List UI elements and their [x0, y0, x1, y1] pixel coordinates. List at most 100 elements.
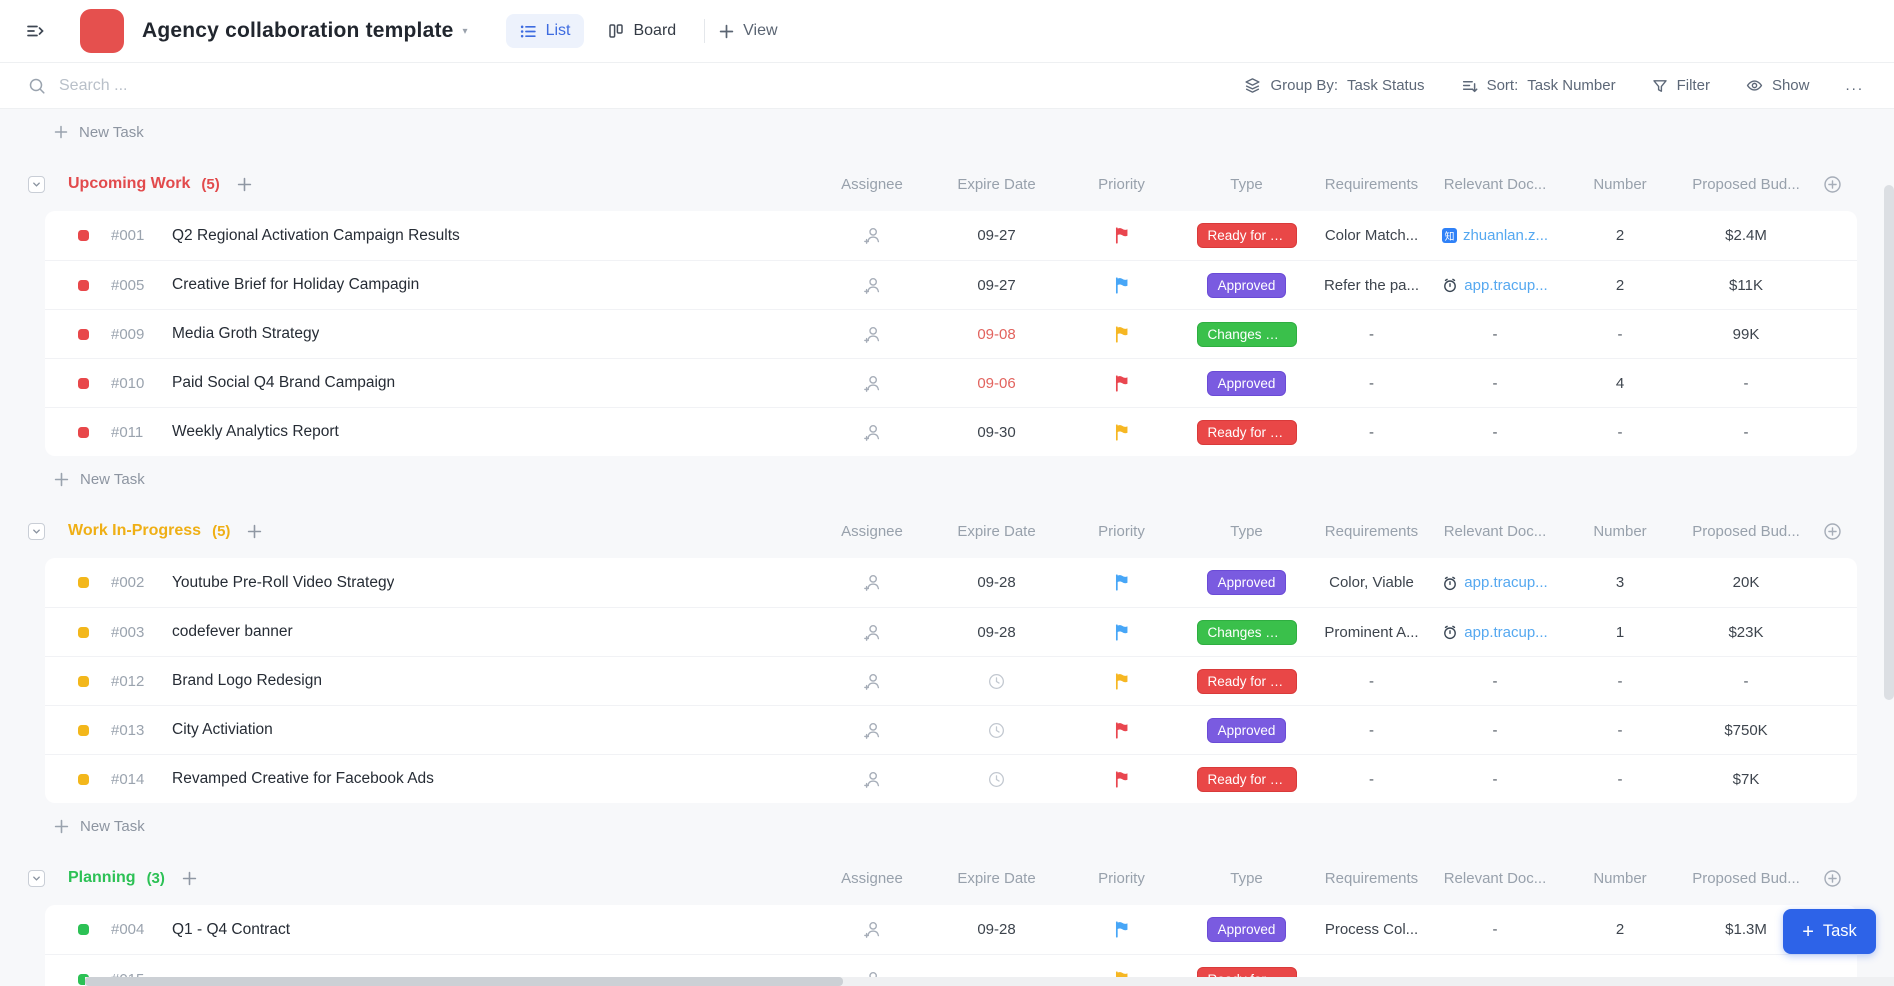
expire-date[interactable]: 09-27	[977, 277, 1015, 294]
requirements-cell[interactable]: Refer the pa...	[1309, 277, 1434, 294]
tab-list[interactable]: List	[506, 14, 585, 48]
requirements-cell[interactable]: Color Match...	[1309, 227, 1434, 244]
add-column-icon[interactable]	[1823, 869, 1842, 888]
type-badge[interactable]: Approved	[1207, 273, 1287, 298]
assignee-add-icon[interactable]	[863, 325, 882, 344]
type-cell[interactable]: Changes Ha...	[1184, 620, 1309, 645]
budget-cell[interactable]: $11K	[1684, 277, 1808, 294]
horizontal-scrollbar-thumb[interactable]	[85, 977, 843, 986]
priority-cell[interactable]	[1059, 574, 1184, 591]
assignee-add-icon[interactable]	[863, 721, 882, 740]
task-status-bullet[interactable]	[78, 924, 89, 935]
column-header[interactable]: Assignee	[810, 523, 934, 540]
task-status-bullet[interactable]	[78, 627, 89, 638]
requirements-cell[interactable]: -	[1309, 424, 1434, 441]
assignee-cell[interactable]	[810, 374, 934, 393]
assignee-add-icon[interactable]	[863, 423, 882, 442]
show-control[interactable]: Show	[1746, 77, 1810, 94]
set-date-icon[interactable]	[987, 672, 1006, 691]
task-row[interactable]: #005 Creative Brief for Holiday Campagin…	[45, 260, 1857, 309]
column-header[interactable]: Expire Date	[934, 523, 1059, 540]
more-options-icon[interactable]: ...	[1845, 77, 1864, 94]
type-cell[interactable]: Approved	[1184, 917, 1309, 942]
title-dropdown-icon[interactable]: ▾	[463, 26, 468, 37]
priority-flag-icon[interactable]	[1114, 574, 1129, 591]
task-row[interactable]: #001 Q2 Regional Activation Campaign Res…	[45, 211, 1857, 260]
doc-cell[interactable]: app.tracup...	[1434, 574, 1556, 591]
column-header[interactable]: Requirements	[1309, 870, 1434, 887]
task-status-bullet[interactable]	[78, 427, 89, 438]
column-header[interactable]: Relevant Doc...	[1434, 523, 1556, 540]
expire-date[interactable]: 09-27	[977, 227, 1015, 244]
add-column-icon[interactable]	[1823, 522, 1842, 541]
expire-date[interactable]: 09-28	[977, 921, 1015, 938]
assignee-cell[interactable]	[810, 325, 934, 344]
type-badge[interactable]: Ready for st...	[1197, 223, 1297, 248]
number-cell[interactable]: 2	[1556, 277, 1684, 294]
type-cell[interactable]: Changes Ha...	[1184, 322, 1309, 347]
sidebar-toggle-icon[interactable]	[22, 18, 48, 44]
assignee-cell[interactable]	[810, 920, 934, 939]
doc-cell[interactable]: -	[1434, 326, 1556, 343]
budget-cell[interactable]: 20K	[1684, 574, 1808, 591]
priority-flag-icon[interactable]	[1114, 424, 1129, 441]
number-cell[interactable]: 1	[1556, 624, 1684, 641]
expire-cell[interactable]	[934, 672, 1059, 691]
column-header[interactable]: Number	[1556, 870, 1684, 887]
task-title[interactable]: Q1 - Q4 Contract	[172, 921, 290, 939]
requirements-cell[interactable]: Process Col...	[1309, 921, 1434, 938]
task-status-bullet[interactable]	[78, 378, 89, 389]
priority-cell[interactable]	[1059, 722, 1184, 739]
priority-cell[interactable]	[1059, 375, 1184, 392]
type-cell[interactable]: Ready for st...	[1184, 223, 1309, 248]
budget-cell[interactable]: $7K	[1684, 771, 1808, 788]
new-task-button-top[interactable]: New Task	[54, 117, 1857, 147]
assignee-cell[interactable]	[810, 423, 934, 442]
column-header[interactable]: Assignee	[810, 870, 934, 887]
column-header[interactable]: Type	[1184, 870, 1309, 887]
column-header[interactable]: Relevant Doc...	[1434, 870, 1556, 887]
relevant-doc-link[interactable]: app.tracup...	[1442, 574, 1547, 591]
task-status-bullet[interactable]	[78, 230, 89, 241]
number-cell[interactable]: 4	[1556, 375, 1684, 392]
number-cell[interactable]: -	[1556, 722, 1684, 739]
assignee-add-icon[interactable]	[863, 770, 882, 789]
number-cell[interactable]: 2	[1556, 921, 1684, 938]
group-name[interactable]: Planning	[68, 869, 136, 887]
task-row[interactable]: #003 codefever banner 09-28 Changes Ha..…	[45, 607, 1857, 656]
expire-date[interactable]: 09-28	[977, 624, 1015, 641]
column-header[interactable]: Number	[1556, 176, 1684, 193]
priority-cell[interactable]	[1059, 227, 1184, 244]
budget-cell[interactable]: $23K	[1684, 624, 1808, 641]
task-row[interactable]: #004 Q1 - Q4 Contract 09-28 Approved Pro…	[45, 905, 1857, 954]
column-header[interactable]: Priority	[1059, 176, 1184, 193]
set-date-icon[interactable]	[987, 770, 1006, 789]
type-badge[interactable]: Ready for st...	[1197, 420, 1297, 445]
vertical-scrollbar[interactable]	[1884, 185, 1894, 700]
budget-cell[interactable]: -	[1684, 424, 1808, 441]
type-cell[interactable]: Ready for st...	[1184, 420, 1309, 445]
column-header[interactable]: Relevant Doc...	[1434, 176, 1556, 193]
task-row[interactable]: #013 City Activiation Approved - - -	[45, 705, 1857, 754]
assignee-cell[interactable]	[810, 276, 934, 295]
group-by-control[interactable]: Group By: Task Status	[1244, 77, 1424, 94]
budget-cell[interactable]: -	[1684, 673, 1808, 690]
doc-cell[interactable]: -	[1434, 722, 1556, 739]
expire-date[interactable]: 09-08	[977, 326, 1015, 343]
priority-flag-icon[interactable]	[1114, 722, 1129, 739]
column-header[interactable]: Type	[1184, 176, 1309, 193]
sort-control[interactable]: Sort: Task Number	[1461, 77, 1616, 94]
priority-flag-icon[interactable]	[1114, 277, 1129, 294]
type-badge[interactable]: Approved	[1207, 917, 1287, 942]
task-title[interactable]: Youtube Pre-Roll Video Strategy	[172, 574, 394, 592]
relevant-doc-link[interactable]: app.tracup...	[1442, 624, 1547, 641]
task-title[interactable]: Media Groth Strategy	[172, 325, 319, 343]
column-header[interactable]: Type	[1184, 523, 1309, 540]
task-status-bullet[interactable]	[78, 774, 89, 785]
doc-cell[interactable]: app.tracup...	[1434, 624, 1556, 641]
doc-cell[interactable]: -	[1434, 375, 1556, 392]
add-task-fab[interactable]: + Task	[1783, 909, 1876, 954]
group-add-task-icon[interactable]	[237, 177, 252, 192]
task-title[interactable]: City Activiation	[172, 721, 273, 739]
assignee-add-icon[interactable]	[863, 573, 882, 592]
